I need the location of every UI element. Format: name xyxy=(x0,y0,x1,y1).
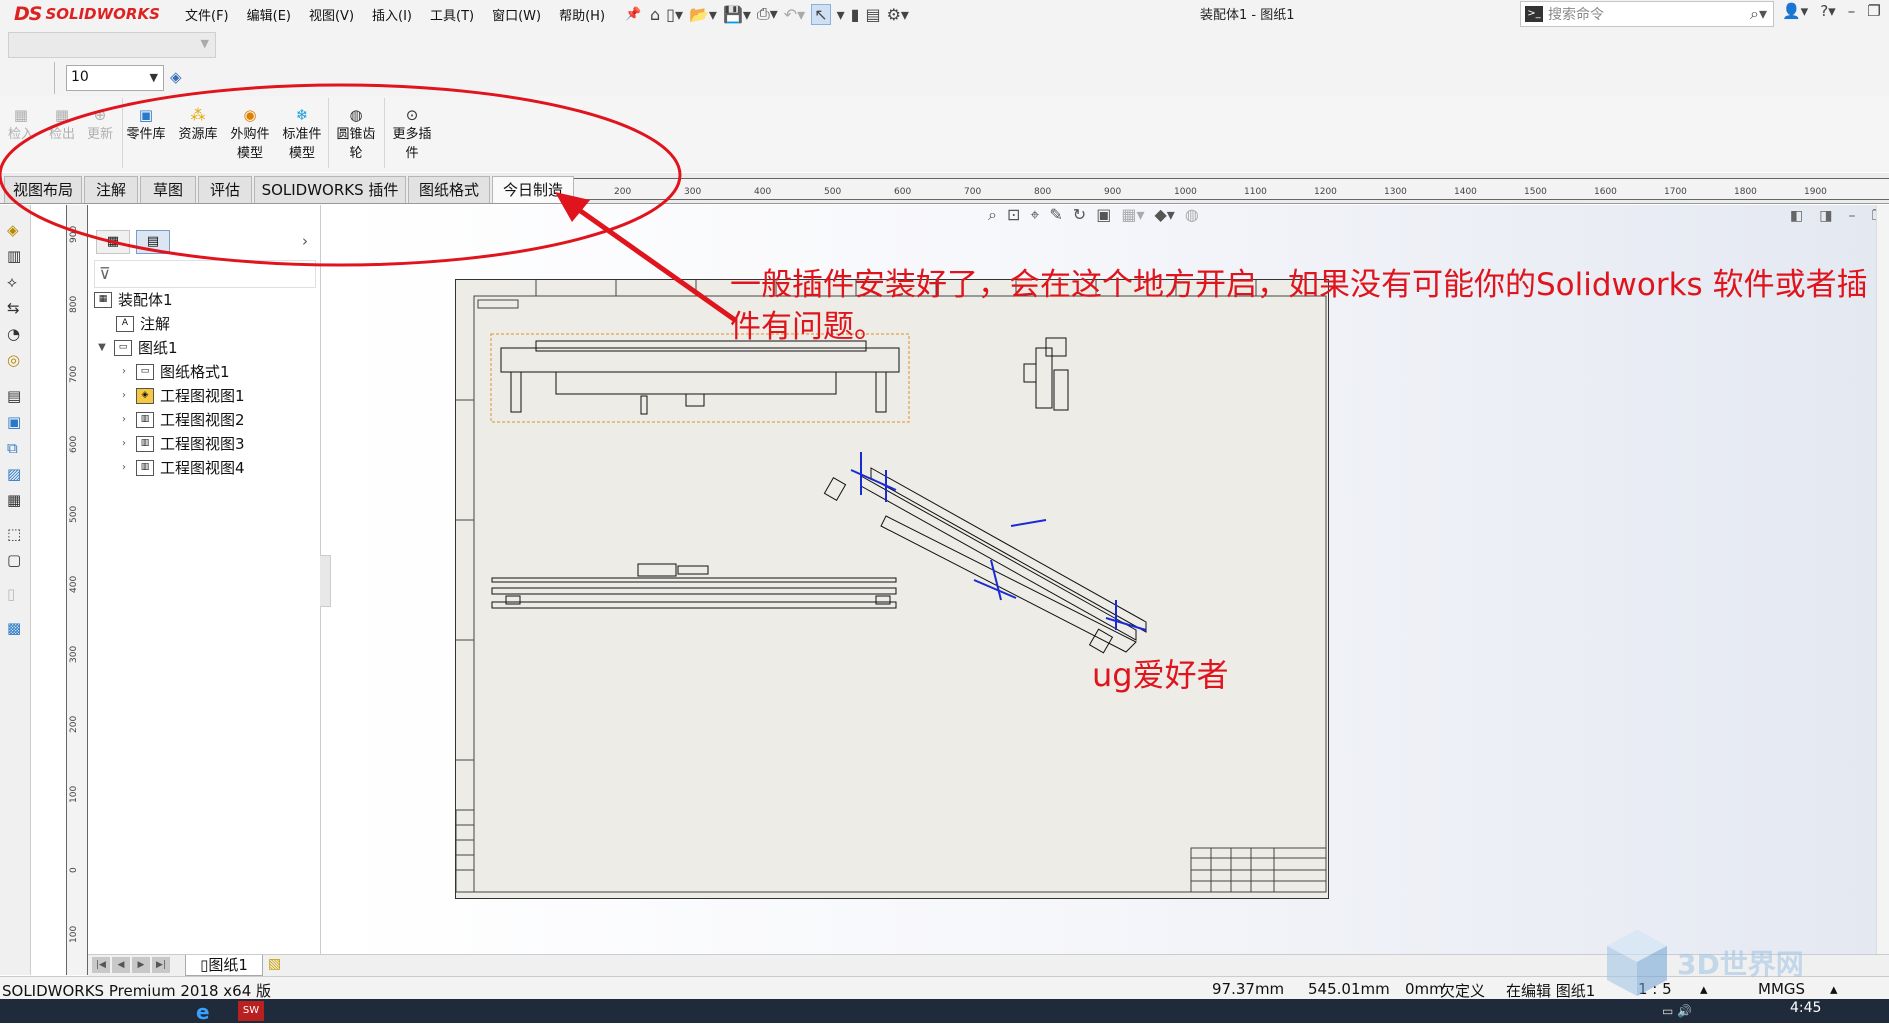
select-cursor-icon[interactable]: ↖ xyxy=(811,3,831,25)
traffic-light-icon[interactable]: ▮ xyxy=(851,5,860,24)
panel-splitter[interactable] xyxy=(320,555,331,607)
site-watermark: 3D世界网 xyxy=(1605,928,1804,998)
ruler-tick-label: 1700 xyxy=(1664,187,1687,197)
projected-view-icon: ▥ xyxy=(136,460,154,476)
cursor-z: 0mm xyxy=(1405,980,1444,998)
predefined-view-icon[interactable]: ▢ xyxy=(7,551,21,569)
units-expand-icon[interactable]: ▴ xyxy=(1830,980,1838,998)
sheet-tab-label: 图纸1 xyxy=(208,956,248,974)
ruler-tick-label: 100 xyxy=(69,785,79,803)
ruler-tick-label: 1800 xyxy=(1734,187,1757,197)
ruler-tick-label: 1500 xyxy=(1524,187,1547,197)
document-title: 装配体1 - 图纸1 xyxy=(1200,8,1295,23)
ds-logo-icon: DS xyxy=(14,3,42,25)
options-gear-icon[interactable]: ⚙▾ xyxy=(887,5,909,24)
layer-dropdown[interactable]: ▼ xyxy=(8,32,216,58)
user-icon[interactable]: 👤▾ xyxy=(1782,2,1808,20)
menu-help[interactable]: 帮助(H) xyxy=(550,5,614,24)
first-sheet-icon[interactable]: |◀ xyxy=(92,957,110,973)
ruler-tick-label: 100 xyxy=(69,925,79,943)
last-sheet-icon[interactable]: ▶| xyxy=(152,957,170,973)
file-properties-icon[interactable]: ▤ xyxy=(865,5,880,24)
terminal-icon: >_ xyxy=(1525,6,1543,22)
menu-window[interactable]: 窗口(W) xyxy=(483,5,550,24)
next-sheet-icon[interactable]: ▶ xyxy=(132,957,150,973)
menu-view[interactable]: 视图(V) xyxy=(300,5,363,24)
viewport-split-icon[interactable]: ◧ xyxy=(1790,208,1803,224)
ruler-tick-label: 500 xyxy=(69,505,79,523)
sheet-tab[interactable]: ▯图纸1 xyxy=(185,955,263,976)
undo-icon[interactable]: ↶▾ xyxy=(784,5,805,24)
cube-logo-icon xyxy=(1607,930,1667,996)
product-version: SOLIDWORKS Premium 2018 x64 版 xyxy=(2,982,272,1000)
chevron-down-icon: ▼ xyxy=(200,37,209,50)
update-view-icon[interactable]: ▯ xyxy=(7,585,15,603)
help-icon[interactable]: ?▾ xyxy=(1820,2,1836,20)
menu-insert[interactable]: 插入(I) xyxy=(363,5,421,24)
viewport-split-2-icon[interactable]: ◨ xyxy=(1819,208,1832,224)
sheet-navigation: |◀ ◀ ▶ ▶| xyxy=(92,957,170,973)
pin-menu-icon[interactable]: 📌 xyxy=(616,7,650,22)
ruler-tick-label: 1900 xyxy=(1804,187,1827,197)
cursor-y: 545.01mm xyxy=(1308,980,1390,998)
relative-view-icon[interactable]: ▦ xyxy=(7,491,21,509)
prev-sheet-icon[interactable]: ◀ xyxy=(112,957,130,973)
search-commands-input[interactable]: >_ 搜索命令 ⌕▾ xyxy=(1520,1,1774,27)
menu-bar: 文件(F) 编辑(E) 视图(V) 插入(I) 工具(T) 窗口(W) 帮助(H… xyxy=(176,0,650,28)
system-tray-icons[interactable]: ▭ 🔊 xyxy=(1662,1004,1692,1018)
save-icon[interactable]: 💾▾ xyxy=(723,5,751,24)
overlay-watermark-text: ug爱好者 xyxy=(1092,656,1229,694)
add-sheet-icon[interactable]: ▧ xyxy=(268,956,281,972)
window-controls: 👤▾ ?▾ – ❐ xyxy=(1782,2,1881,20)
ruler-tick-label: 300 xyxy=(69,645,79,663)
layer-toolbar xyxy=(0,28,1889,62)
internet-explorer-icon[interactable]: e xyxy=(196,1000,210,1024)
menu-edit[interactable]: 编辑(E) xyxy=(238,5,300,24)
new-sheet-icon[interactable]: ▩ xyxy=(7,619,21,637)
tree-item-label: 工程图视图4 xyxy=(160,459,245,477)
ruler-tick-label: 200 xyxy=(69,715,79,733)
viewport-controls: ◧ ◨ – ❐ xyxy=(1790,208,1884,224)
empty-view-icon[interactable]: ⬚ xyxy=(7,525,21,543)
open-icon[interactable]: 📂▾ xyxy=(689,5,717,24)
solidworks-taskbar-icon[interactable]: SW xyxy=(238,1001,264,1021)
search-placeholder: 搜索命令 xyxy=(1548,7,1604,23)
minimize-icon[interactable]: – xyxy=(1848,2,1856,20)
editing-state: 在编辑 图纸1 xyxy=(1506,982,1596,1000)
clock: 4:45 xyxy=(1790,1000,1822,1016)
ruler-tick-label: 1600 xyxy=(1594,187,1617,197)
solidworks-logo[interactable]: DS SOLIDWORKS xyxy=(14,2,160,26)
menu-tools[interactable]: 工具(T) xyxy=(421,5,483,24)
minimize-icon[interactable]: – xyxy=(1848,208,1855,224)
brand-name: SOLIDWORKS xyxy=(45,5,160,23)
new-document-icon[interactable]: ▯▾ xyxy=(666,5,683,24)
menu-file[interactable]: 文件(F) xyxy=(176,5,238,24)
windows-taskbar xyxy=(0,999,1889,1023)
home-icon[interactable]: ⌂ xyxy=(650,5,660,24)
expand-right-icon[interactable]: › xyxy=(118,457,130,479)
cursor-x: 97.37mm xyxy=(1212,980,1285,998)
standard-3-view-icon[interactable]: ▨ xyxy=(7,465,21,483)
tree-drawing-view-4[interactable]: › ▥ 工程图视图4 xyxy=(118,457,245,479)
search-icon[interactable]: ⌕▾ xyxy=(1750,4,1767,24)
quick-access-toolbar: ⌂ ▯▾ 📂▾ 💾▾ ⎙▾ ↶▾ ↖ ▾ ▮ ▤ ⚙▾ xyxy=(650,3,909,25)
tutorial-annotation: 一般插件安装好了，会在这个地方开启，如果没有可能你的Solidworks 软件或… xyxy=(730,267,1868,345)
restore-icon[interactable]: ❐ xyxy=(1867,2,1880,20)
definition-state: 欠定义 xyxy=(1440,982,1486,1000)
print-icon[interactable]: ⎙▾ xyxy=(757,4,778,24)
ruler-tick-label: 0 xyxy=(69,867,79,873)
ruler-tick-label: 400 xyxy=(69,575,79,593)
watermark-label: 3D世界网 xyxy=(1677,948,1804,981)
